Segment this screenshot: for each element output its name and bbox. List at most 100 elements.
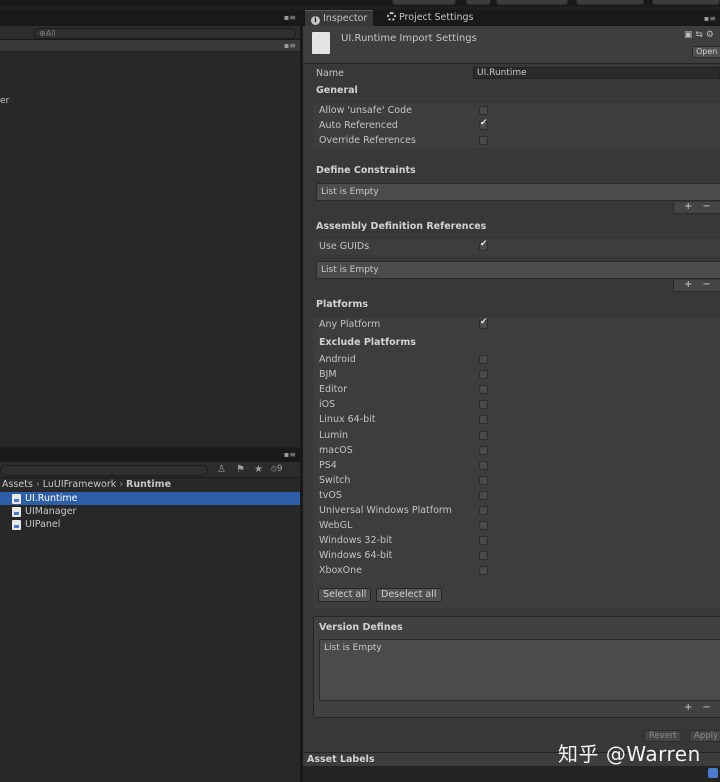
- any-platform-label: Any Platform: [319, 319, 381, 330]
- override-references-checkbox[interactable]: [479, 136, 488, 145]
- remove-item-button[interactable]: −: [702, 201, 710, 212]
- asset-labels-bar: [303, 766, 720, 782]
- assembly-refs-list-footer: + −: [673, 280, 720, 292]
- platform-checkbox[interactable]: [479, 551, 488, 561]
- define-constraints-list-footer: + −: [673, 202, 720, 214]
- asset-bundle-icon[interactable]: [708, 768, 718, 778]
- platform-checkbox[interactable]: [479, 445, 488, 455]
- select-all-button[interactable]: Select all: [318, 588, 372, 602]
- platform-label: Windows 32-bit: [319, 535, 393, 547]
- project-search-input[interactable]: [0, 465, 208, 476]
- assembly-refs-list[interactable]: List is Empty: [316, 261, 720, 279]
- scene-menu-icon[interactable]: ▪≡: [284, 41, 296, 50]
- panel-menu-icon[interactable]: ▪≡: [284, 13, 296, 22]
- platform-label: PS4: [319, 459, 337, 471]
- hidden-count-badge[interactable]: ⦸9: [271, 464, 283, 474]
- hierarchy-item[interactable]: er: [0, 96, 9, 106]
- platform-label: macOS: [319, 444, 353, 456]
- toolbar-button[interactable]: [392, 0, 456, 5]
- breadcrumb-item-assets[interactable]: Assets: [2, 479, 33, 490]
- platform-label: Lumin: [319, 429, 349, 441]
- tab-label: Inspector: [323, 13, 368, 24]
- add-item-button[interactable]: +: [684, 201, 692, 212]
- asset-name: UIManager: [25, 506, 77, 517]
- platform-checkbox[interactable]: [479, 385, 488, 395]
- use-guids-label: Use GUIDs: [319, 241, 370, 252]
- add-item-button[interactable]: +: [684, 279, 692, 290]
- breadcrumb-item-runtime[interactable]: Runtime: [126, 479, 171, 490]
- override-references-label: Override References: [319, 135, 416, 146]
- favorite-star-icon[interactable]: ★: [254, 464, 263, 475]
- exclude-platforms-heading: Exclude Platforms: [319, 337, 416, 348]
- toolbar-button[interactable]: [652, 0, 720, 5]
- platform-checkbox[interactable]: [479, 536, 488, 546]
- hierarchy-search-input[interactable]: ⊕All: [34, 28, 296, 39]
- assembly-definition-icon: [12, 494, 21, 504]
- tab-project-settings[interactable]: Project Settings: [381, 10, 480, 26]
- platforms-group: [313, 316, 720, 608]
- platform-checkbox[interactable]: [479, 490, 488, 500]
- platform-label: WebGL: [319, 520, 353, 532]
- version-defines-list[interactable]: List is Empty: [319, 639, 720, 701]
- platform-checkbox[interactable]: [479, 400, 488, 410]
- deselect-all-button[interactable]: Deselect all: [376, 588, 442, 602]
- platform-checkbox[interactable]: [479, 521, 488, 531]
- define-constraints-list[interactable]: List is Empty: [316, 183, 720, 201]
- platform-label: tvOS: [319, 489, 342, 501]
- platform-checkbox[interactable]: [479, 415, 488, 425]
- any-platform-checkbox[interactable]: [479, 317, 488, 329]
- allow-unsafe-checkbox[interactable]: [479, 106, 488, 115]
- platform-checkbox[interactable]: [479, 566, 488, 576]
- platform-checkbox[interactable]: [479, 370, 488, 380]
- inspector-title: UI.Runtime Import Settings: [341, 33, 477, 44]
- platform-checkbox[interactable]: [479, 506, 488, 515]
- platform-label: Windows 64-bit: [319, 550, 393, 562]
- project-panel: ▪≡ ♙ ⚑ ★ ⦸9 Assets › LuUIFramework › Runtime…: [0, 448, 300, 782]
- inspector-menu-icon[interactable]: ▪≡: [704, 14, 716, 23]
- auto-referenced-label: Auto Referenced: [319, 120, 398, 131]
- toolbar-button[interactable]: [496, 0, 568, 5]
- platform-checkbox[interactable]: [479, 475, 488, 485]
- version-defines-list-footer: + −: [674, 703, 720, 715]
- watermark: 知乎 @Warren: [558, 742, 701, 766]
- platform-checkbox[interactable]: [479, 460, 488, 470]
- platform-label: Linux 64-bit: [319, 414, 376, 426]
- asset-item-uimanager[interactable]: UIManager: [0, 505, 300, 518]
- script-file-icon: [12, 507, 21, 517]
- editor-toolbar: [0, 0, 720, 6]
- auto-referenced-checkbox[interactable]: [479, 118, 488, 130]
- breadcrumb: Assets › LuUIFramework › Runtime: [0, 478, 300, 492]
- script-file-icon: [12, 520, 21, 530]
- remove-item-button[interactable]: −: [702, 702, 710, 713]
- platform-checkbox[interactable]: [479, 430, 488, 440]
- panel-menu-icon[interactable]: ▪≡: [284, 450, 296, 459]
- inspector-header: UI.Runtime Import Settings ▣ ⇆ ⚙ Open: [303, 26, 720, 64]
- platform-label: BJM: [319, 369, 337, 381]
- general-heading: General: [316, 85, 358, 96]
- filter-label-icon[interactable]: ⚑: [236, 464, 245, 475]
- platform-checkbox[interactable]: [479, 355, 488, 364]
- platform-label: Android: [319, 354, 356, 365]
- asset-item-ui-runtime[interactable]: UI.Runtime: [0, 492, 300, 505]
- open-button[interactable]: Open: [692, 46, 720, 58]
- inspector-tab-bar: i Inspector Project Settings ▪≡: [303, 10, 720, 26]
- remove-item-button[interactable]: −: [702, 279, 710, 290]
- toolbar-button[interactable]: [576, 0, 644, 5]
- asset-item-uipanel[interactable]: UIPanel: [0, 518, 300, 531]
- tab-inspector[interactable]: i Inspector: [305, 10, 374, 26]
- version-defines-heading: Version Defines: [319, 622, 403, 633]
- project-toolbar: ♙ ⚑ ★ ⦸9: [0, 462, 300, 478]
- platform-label: Universal Windows Platform: [319, 505, 452, 516]
- header-tools-icon[interactable]: ▣ ⇆ ⚙: [684, 30, 714, 40]
- breadcrumb-item-luuiframework[interactable]: LuUIFramework: [43, 479, 117, 490]
- version-defines-group: Version Defines List is Empty + −: [313, 616, 720, 718]
- tab-label: Project Settings: [399, 12, 474, 23]
- allow-unsafe-label: Allow 'unsafe' Code: [319, 105, 412, 116]
- filter-type-icon[interactable]: ♙: [217, 464, 226, 475]
- add-item-button[interactable]: +: [684, 702, 692, 713]
- name-field[interactable]: UI.Runtime: [473, 67, 720, 79]
- hierarchy-search-bar: ⊕All: [0, 26, 300, 40]
- use-guids-checkbox[interactable]: [479, 239, 488, 251]
- toolbar-button[interactable]: [466, 0, 491, 5]
- hierarchy-panel: ▪≡ ⊕All ▪≡ er: [0, 10, 300, 447]
